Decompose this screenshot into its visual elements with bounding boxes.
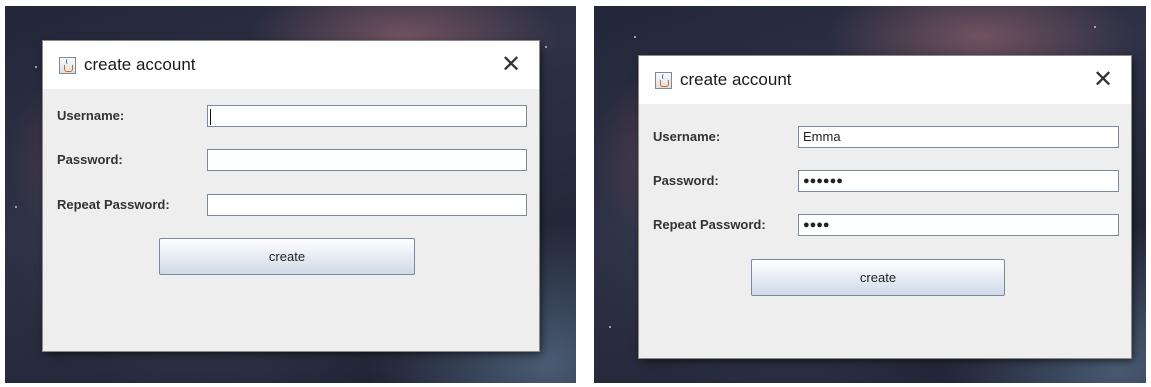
repeat-password-field[interactable]: [207, 194, 527, 216]
password-row: Password: ●●●●●●: [653, 170, 1119, 194]
desktop-background-left: create account ✕ Username: Password: Rep…: [5, 6, 576, 383]
title-bar: create account ✕: [639, 56, 1131, 104]
password-row: Password:: [57, 149, 527, 173]
username-field[interactable]: Emma: [798, 126, 1119, 148]
username-row: Username: Emma: [653, 126, 1119, 150]
username-field[interactable]: [207, 105, 527, 127]
close-icon[interactable]: ✕: [497, 51, 525, 79]
close-icon[interactable]: ✕: [1089, 66, 1117, 94]
repeat-password-row: Repeat Password: ●●●●: [653, 214, 1119, 238]
create-button[interactable]: create: [159, 238, 415, 275]
repeat-password-row: Repeat Password:: [57, 194, 527, 218]
create-button[interactable]: create: [751, 259, 1005, 296]
password-field[interactable]: [207, 149, 527, 171]
repeat-password-label: Repeat Password:: [57, 197, 170, 212]
window-title: create account: [84, 55, 196, 74]
repeat-password-label: Repeat Password:: [653, 217, 766, 232]
text-caret: [210, 108, 211, 125]
java-icon: [59, 56, 76, 74]
desktop-background-right: create account ✕ Username: Emma Password…: [594, 6, 1146, 383]
repeat-password-field[interactable]: ●●●●: [798, 214, 1119, 236]
create-account-dialog: create account ✕ Username: Emma Password…: [639, 56, 1131, 358]
window-title: create account: [680, 70, 792, 89]
username-label: Username:: [57, 108, 125, 123]
username-row: Username:: [57, 105, 527, 129]
create-account-dialog: create account ✕ Username: Password: Rep…: [43, 41, 539, 351]
java-icon: [655, 71, 672, 89]
password-label: Password:: [653, 173, 719, 188]
username-label: Username:: [653, 129, 721, 144]
title-bar: create account ✕: [43, 41, 539, 89]
password-label: Password:: [57, 152, 123, 167]
password-field[interactable]: ●●●●●●: [798, 170, 1119, 192]
